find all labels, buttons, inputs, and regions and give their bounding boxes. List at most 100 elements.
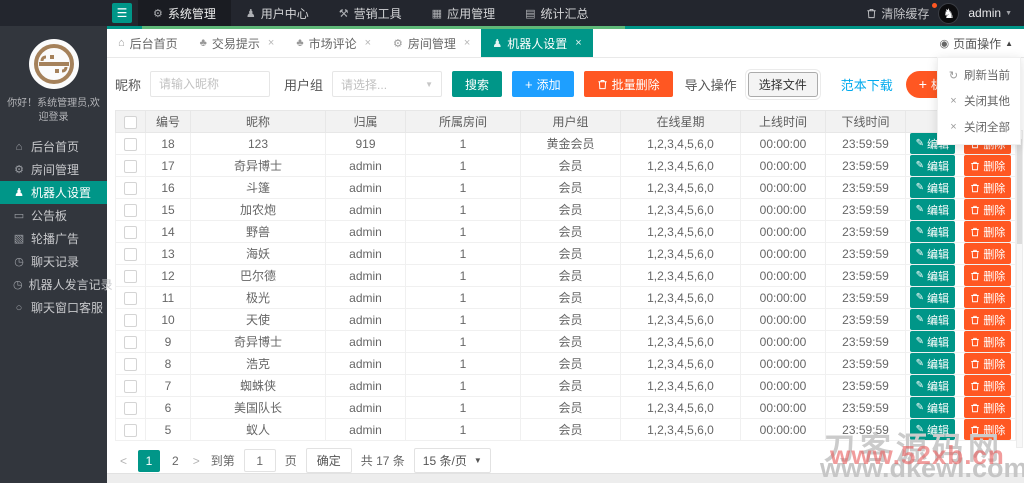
sidebar-item-home[interactable]: ⌂ 后台首页 — [0, 135, 107, 158]
nav-item-marketing-tools[interactable]: ⚒ 营销工具 — [324, 0, 417, 26]
delete-button[interactable]: 删除 — [964, 221, 1012, 242]
tab-home[interactable]: ⌂ 后台首页 — [107, 29, 189, 57]
nickname-input[interactable] — [150, 71, 271, 97]
sidebar-item-chat-log[interactable]: ◷ 聊天记录 — [0, 250, 107, 273]
row-checkbox[interactable] — [124, 401, 137, 415]
top-nav: ⚙ 系统管理 ♟ 用户中心 ⚒ 营销工具 ▦ 应用管理 ▤ 统计汇总 — [138, 0, 604, 26]
edit-button[interactable]: ✎ 编辑 — [909, 419, 956, 440]
edit-button[interactable]: ✎ 编辑 — [909, 265, 956, 286]
nav-item-user-center[interactable]: ♟ 用户中心 — [231, 0, 324, 26]
page-number-2[interactable]: 2 — [169, 454, 182, 468]
user-menu[interactable]: admin ▼ — [968, 6, 1012, 20]
template-download-link[interactable]: 范本下载 — [841, 75, 893, 94]
cell-id: 15 — [145, 198, 191, 221]
tab-market-comments[interactable]: ♣ 市场评论 × — [285, 29, 382, 57]
delete-button[interactable]: 删除 — [964, 309, 1012, 330]
popup-item-refresh-current[interactable]: ↻ 刷新当前 — [938, 62, 1020, 88]
delete-button[interactable]: 删除 — [964, 265, 1012, 286]
tab-close-icon[interactable]: × — [464, 37, 470, 49]
tab-close-icon[interactable]: × — [268, 37, 274, 49]
row-checkbox[interactable] — [124, 313, 137, 327]
row-checkbox[interactable] — [124, 225, 137, 239]
delete-button[interactable]: 删除 — [964, 353, 1012, 374]
nav-item-stats-summary[interactable]: ▤ 统计汇总 — [510, 0, 603, 26]
cell-offline-time: 23:59:59 — [825, 286, 906, 309]
add-button[interactable]: + 添加 — [512, 71, 574, 97]
delete-button[interactable]: 删除 — [964, 287, 1012, 308]
confirm-button[interactable]: 确定 — [305, 448, 352, 473]
tab-trade-tips[interactable]: ♣ 交易提示 × — [189, 29, 286, 57]
next-page-icon[interactable]: > — [191, 454, 202, 468]
edit-button[interactable]: ✎ 编辑 — [909, 309, 956, 330]
sidebar-item-room-management[interactable]: ⚙ 房间管理 — [0, 158, 107, 181]
prev-page-icon[interactable]: < — [118, 454, 129, 468]
choose-file-button[interactable]: 选择文件 — [747, 71, 818, 97]
delete-button[interactable]: 删除 — [964, 243, 1012, 264]
delete-button[interactable]: 删除 — [964, 375, 1012, 396]
batch-delete-button[interactable]: 批量删除 — [583, 71, 673, 97]
vertical-scrollbar[interactable]: ▲ — [1016, 130, 1023, 448]
tab-close-icon[interactable]: × — [365, 37, 371, 49]
trash-icon — [971, 205, 980, 214]
cell-group: 会员 — [520, 264, 621, 287]
row-checkbox[interactable] — [124, 269, 137, 283]
goto-page-input[interactable] — [243, 449, 276, 472]
sidebar-item-robot-settings[interactable]: ♟ 机器人设置 — [0, 181, 107, 204]
search-button[interactable]: 搜索 — [452, 71, 503, 97]
row-checkbox[interactable] — [124, 423, 137, 437]
page-number-1[interactable]: 1 — [138, 449, 161, 472]
nav-item-app-management[interactable]: ▦ 应用管理 — [417, 0, 510, 26]
delete-button[interactable]: 删除 — [964, 155, 1012, 176]
clear-cache-button[interactable]: 清除缓存 — [866, 2, 938, 22]
edit-button[interactable]: ✎ 编辑 — [909, 397, 956, 418]
delete-button[interactable]: 删除 — [964, 397, 1012, 418]
edit-button[interactable]: ✎ 编辑 — [909, 177, 956, 198]
row-checkbox[interactable] — [124, 247, 137, 261]
edit-button[interactable]: ✎ 编辑 — [909, 243, 956, 264]
row-checkbox[interactable] — [124, 291, 137, 305]
pencil-icon: ✎ — [915, 313, 925, 325]
user-group-select[interactable]: 请选择... ▼ — [332, 71, 443, 97]
row-checkbox[interactable] — [124, 357, 137, 371]
row-checkbox[interactable] — [124, 335, 137, 349]
tab-robot-settings[interactable]: ♟ 机器人设置 × — [481, 29, 593, 57]
tab-close-icon[interactable]: × — [575, 37, 581, 49]
edit-button[interactable]: ✎ 编辑 — [909, 353, 956, 374]
delete-button[interactable]: 删除 — [964, 419, 1012, 440]
sidebar-item-carousel-ads[interactable]: ▧ 轮播广告 — [0, 227, 107, 250]
cell-offline-time: 23:59:59 — [825, 132, 906, 155]
edit-button[interactable]: ✎ 编辑 — [909, 199, 956, 220]
delete-button[interactable]: 删除 — [964, 177, 1012, 198]
scrollbar-thumb[interactable] — [1017, 139, 1022, 244]
nav-item-system-management[interactable]: ⚙ 系统管理 — [138, 0, 231, 26]
cell-days: 1,2,3,4,5,6,0 — [620, 220, 741, 243]
tab-room-management[interactable]: ⚙ 房间管理 × — [382, 29, 481, 57]
delete-button[interactable]: 删除 — [964, 199, 1012, 220]
select-all-checkbox[interactable] — [124, 115, 137, 129]
row-checkbox[interactable] — [124, 203, 137, 217]
sidebar-item-label: 公告板 — [31, 209, 68, 223]
row-checkbox[interactable] — [124, 379, 137, 393]
row-checkbox[interactable] — [124, 159, 137, 173]
avatar[interactable]: ♞ — [938, 2, 960, 24]
row-checkbox[interactable] — [124, 181, 137, 195]
cell-actions: ✎ 编辑 删除 — [905, 220, 1016, 243]
cell-group: 会员 — [520, 374, 621, 397]
page-operations-button[interactable]: ◉ 页面操作 ▲ — [939, 29, 1013, 57]
per-page-select[interactable]: 15 条/页 ▼ — [413, 448, 491, 473]
board-icon: ▭ — [13, 210, 25, 222]
popup-item-close-all[interactable]: × 关闭全部 — [938, 114, 1020, 140]
hamburger-menu-icon[interactable]: ☰ — [112, 3, 132, 23]
delete-button[interactable]: 删除 — [964, 331, 1012, 352]
edit-button[interactable]: ✎ 编辑 — [909, 221, 956, 242]
edit-button[interactable]: ✎ 编辑 — [909, 375, 956, 396]
sidebar-item-robot-speech-log[interactable]: ◷ 机器人发言记录 — [0, 273, 113, 296]
edit-button[interactable]: ✎ 编辑 — [909, 287, 956, 308]
edit-button[interactable]: ✎ 编辑 — [909, 155, 956, 176]
row-checkbox[interactable] — [124, 137, 137, 151]
sidebar-item-bulletin-board[interactable]: ▭ 公告板 — [0, 204, 107, 227]
sidebar-item-chat-window-service[interactable]: ○ 聊天窗口客服 — [0, 296, 107, 319]
edit-button[interactable]: ✎ 编辑 — [909, 331, 956, 352]
cell-checkbox — [115, 308, 146, 331]
popup-item-close-others[interactable]: × 关闭其他 — [938, 88, 1020, 114]
